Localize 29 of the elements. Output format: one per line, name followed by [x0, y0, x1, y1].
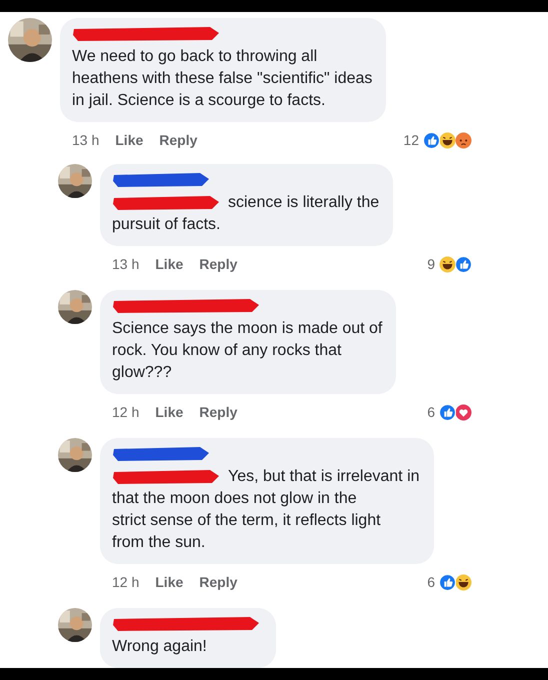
- like-link[interactable]: Like: [155, 574, 184, 590]
- comment-text: Yes, but that is irrelevant in that the moon does not glow in the strict sense of the term, it reflects light from the sun.: [112, 467, 420, 553]
- comment-text: We need to go back to throwing all heathens with these false "scientific" ideas in jail. Science is a scourge to facts.: [72, 47, 372, 111]
- comment-time: 13 h: [112, 256, 140, 272]
- like-link[interactable]: Like: [115, 132, 144, 148]
- laughing-face-icon[interactable]: [439, 256, 456, 272]
- reaction-count: 12: [403, 132, 419, 148]
- comment-text: Science says the moon is made out of rock. You know of any rocks that glow???: [112, 319, 382, 383]
- reaction-count: 6: [427, 404, 435, 420]
- thumbs-up-icon[interactable]: [439, 574, 456, 590]
- like-link[interactable]: Like: [155, 404, 184, 420]
- thumbs-up-icon[interactable]: [439, 404, 456, 420]
- reply-link[interactable]: Reply: [199, 404, 238, 420]
- comment-time: 12 h: [112, 404, 140, 420]
- comment-time: 12 h: [112, 574, 140, 590]
- like-link[interactable]: Like: [155, 256, 184, 272]
- reply-link[interactable]: Reply: [159, 132, 198, 148]
- comment-text: Wrong again!: [112, 637, 208, 657]
- reply-link[interactable]: Reply: [199, 256, 238, 272]
- laughing-face-icon[interactable]: [439, 132, 456, 148]
- comment-text: science is literally the pursuit of facts.: [112, 193, 380, 235]
- reaction-count: 6: [427, 574, 435, 590]
- reaction-count: 9: [427, 256, 435, 272]
- angry-face-icon[interactable]: [455, 132, 472, 148]
- laughing-face-icon[interactable]: [455, 574, 472, 590]
- thumbs-up-icon[interactable]: [423, 132, 440, 148]
- thumbs-up-icon[interactable]: [455, 256, 472, 272]
- comment-time: 13 h: [72, 132, 100, 148]
- reply-link[interactable]: Reply: [199, 574, 238, 590]
